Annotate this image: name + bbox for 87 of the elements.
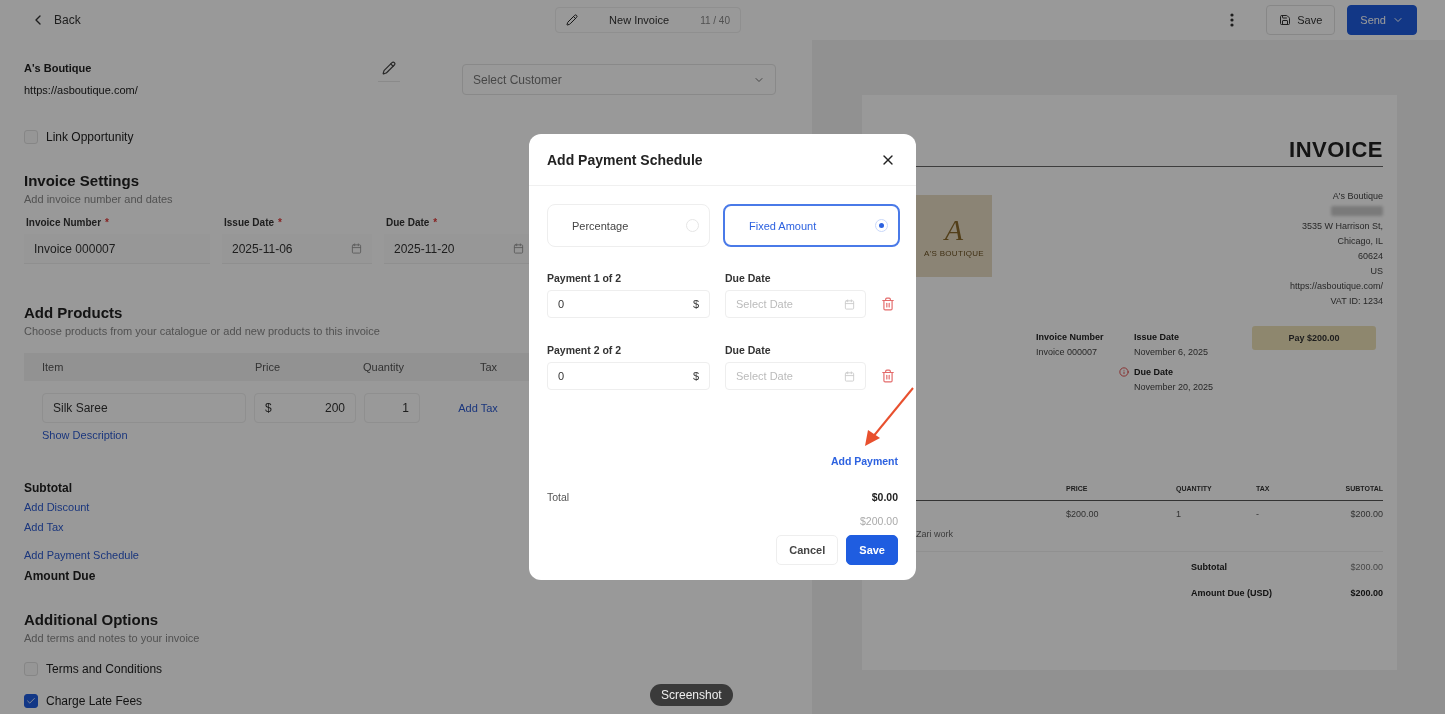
total-label: Total (547, 491, 570, 503)
pencil-icon (566, 14, 578, 26)
meta-value: November 6, 2025 (1134, 347, 1210, 357)
logo-name: A'S BOUTIQUE (924, 248, 984, 258)
annotation-arrow (865, 387, 914, 446)
calendar-icon (844, 298, 855, 310)
summary-value: $200.00 (1350, 562, 1383, 572)
mode-option[interactable]: Fixed Amount (723, 204, 900, 247)
address-line: https://asboutique.com/ (1289, 281, 1383, 291)
checkbox-label: Terms and Conditions (46, 662, 163, 676)
add-payment-schedule-link[interactable]: Add Payment Schedule (24, 549, 139, 561)
check-icon (26, 696, 36, 706)
section-subtitle: Add terms and notes to your invoice (24, 632, 201, 644)
table-cell-text: 1 (1176, 509, 1182, 519)
blurred-text (1331, 206, 1383, 216)
section-title: Additional Options (24, 611, 159, 628)
pay-button[interactable]: Pay $200.00 (1252, 326, 1376, 350)
checkbox-label: Link Opportunity (46, 130, 134, 144)
show-description-link[interactable]: Show Description (42, 429, 128, 441)
meta-value: Invoice 000007 (1036, 347, 1099, 357)
dialog-title: Add Payment Schedule (547, 151, 703, 168)
calendar-icon (513, 243, 524, 254)
tooltip: Screenshot (650, 684, 733, 706)
meta-label: Invoice Number (1036, 332, 1105, 342)
section-subtitle: Add invoice number and dates (24, 193, 174, 205)
calendar-icon (844, 370, 855, 382)
field-label: Invoice Number * (25, 217, 110, 228)
send-button[interactable]: Send (1347, 5, 1417, 35)
meta-value: November 20, 2025 (1134, 382, 1215, 392)
table-cell-text: $200.00 (1066, 509, 1100, 519)
field-label: Issue Date * (223, 217, 283, 228)
add-tax-link[interactable]: Add Tax (458, 402, 498, 414)
save-button[interactable]: Save (1266, 5, 1336, 35)
business-website: https://asboutique.com/ (24, 84, 138, 96)
address-line: A's Boutique (1332, 191, 1383, 201)
checkbox-label: Charge Late Fees (46, 694, 143, 708)
save-button[interactable]: Save (846, 535, 898, 565)
document-name-field[interactable]: New Invoice 11 / 40 (555, 7, 741, 33)
add-payment-link[interactable]: Add Payment (830, 455, 898, 467)
payment-label: Payment 1 of 2 (547, 272, 623, 284)
address-line: Chicago, IL (1337, 236, 1383, 246)
payment-label: Payment 2 of 2 (547, 344, 623, 356)
price-field[interactable]: $ 200 (254, 393, 356, 423)
summary-label: Amount Due (USD) (1191, 588, 1272, 598)
address-line: VAT ID: 1234 (1330, 296, 1383, 306)
subtotal-label: Subtotal (24, 481, 73, 495)
cancel-button[interactable]: Cancel (776, 535, 839, 565)
trash-icon (881, 369, 895, 383)
summary-label: Subtotal (1191, 562, 1227, 572)
due-date-label: Due Date (725, 344, 772, 356)
field-label: Due Date * (385, 217, 439, 228)
kebab-icon (1230, 13, 1235, 27)
due-date-label: Due Date (725, 272, 772, 284)
trash-icon (881, 297, 895, 311)
section-title: Invoice Settings (24, 172, 140, 189)
total-value: $0.00 (871, 491, 898, 503)
business-name: A's Boutique (24, 62, 93, 74)
invoice-title: INVOICE (1288, 137, 1383, 163)
customer-select[interactable]: Select Customer (462, 64, 776, 95)
pencil-icon (382, 61, 396, 75)
meta-label: Due Date (1134, 367, 1174, 377)
more-options-button[interactable] (1230, 13, 1235, 27)
address-line: 60624 (1357, 251, 1383, 261)
address-line: US (1370, 266, 1383, 276)
back-link[interactable]: Back (0, 12, 81, 28)
amount-field[interactable]: 0 $ (547, 290, 710, 318)
summary-value: $200.00 (1350, 588, 1383, 598)
logo-letter: A (944, 214, 964, 245)
mode-option[interactable]: Percentage (547, 204, 710, 247)
meta-label: Issue Date (1134, 332, 1181, 342)
checkbox[interactable] (24, 694, 38, 708)
address-line: 3535 W Harrison St, (1301, 221, 1383, 231)
totals-link[interactable]: Add Discount (24, 501, 90, 513)
section-title: Add Products (24, 304, 123, 321)
amount-due-label: Amount Due (24, 569, 97, 583)
document-title: New Invoice (608, 14, 671, 26)
calendar-icon (351, 243, 362, 254)
character-counter: 11 / 40 (700, 14, 730, 26)
table-cell-text: - (1256, 509, 1260, 519)
table-cell-text: $200.00 (1349, 509, 1383, 519)
amount-field[interactable]: 0 $ (547, 362, 710, 390)
quantity-field[interactable]: 1 (364, 393, 420, 423)
totals-link[interactable]: Add Tax (24, 521, 64, 533)
item-field[interactable]: Silk Saree (42, 393, 246, 423)
item-description: Zari work (916, 529, 1383, 552)
section-subtitle: Choose products from your catalogue or add new products to this invoice (24, 325, 381, 337)
target-amount: $200.00 (860, 515, 898, 527)
